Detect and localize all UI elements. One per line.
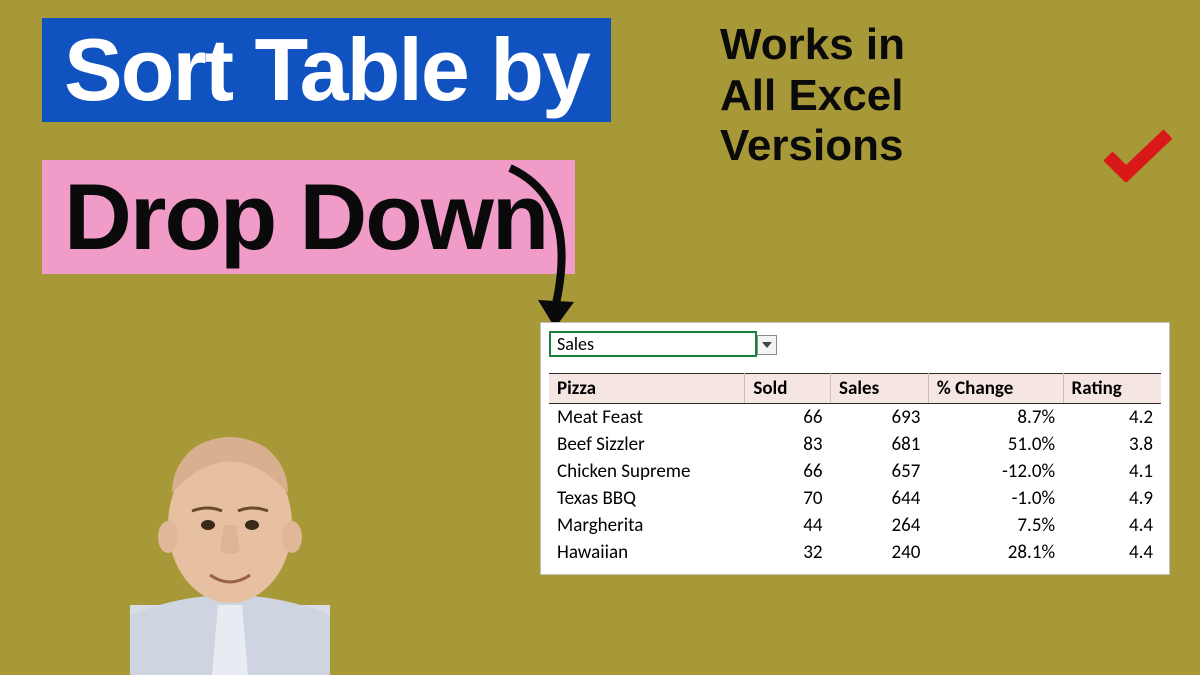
dropdown-button[interactable] bbox=[757, 335, 777, 355]
presenter-photo bbox=[100, 375, 360, 675]
cell-change: 51.0% bbox=[928, 431, 1063, 458]
pizza-table: Pizza Sold Sales % Change Rating Meat Fe… bbox=[549, 373, 1161, 566]
col-sold: Sold bbox=[745, 374, 831, 404]
chevron-down-icon bbox=[762, 342, 772, 348]
table-row: Texas BBQ 70 644 -1.0% 4.9 bbox=[549, 485, 1161, 512]
cell-sales: 240 bbox=[831, 539, 929, 566]
cell-sold: 44 bbox=[745, 512, 831, 539]
cell-change: -12.0% bbox=[928, 458, 1063, 485]
excel-panel: Sales Pizza Sold Sales % Change Rating M… bbox=[540, 322, 1170, 575]
cell-pizza: Beef Sizzler bbox=[549, 431, 745, 458]
tagline-line3: Versions bbox=[720, 121, 1140, 172]
cell-sold: 70 bbox=[745, 485, 831, 512]
table-header-row: Pizza Sold Sales % Change Rating bbox=[549, 374, 1161, 404]
cell-sold: 66 bbox=[745, 458, 831, 485]
cell-sales: 644 bbox=[831, 485, 929, 512]
cell-pizza: Texas BBQ bbox=[549, 485, 745, 512]
table-row: Hawaiian 32 240 28.1% 4.4 bbox=[549, 539, 1161, 566]
cell-rating: 3.8 bbox=[1063, 431, 1161, 458]
col-pizza: Pizza bbox=[549, 374, 745, 404]
cell-sold: 66 bbox=[745, 404, 831, 432]
cell-rating: 4.4 bbox=[1063, 512, 1161, 539]
col-rating: Rating bbox=[1063, 374, 1161, 404]
cell-rating: 4.1 bbox=[1063, 458, 1161, 485]
cell-sales: 657 bbox=[831, 458, 929, 485]
cell-change: -1.0% bbox=[928, 485, 1063, 512]
col-change: % Change bbox=[928, 374, 1063, 404]
cell-rating: 4.9 bbox=[1063, 485, 1161, 512]
table-row: Margherita 44 264 7.5% 4.4 bbox=[549, 512, 1161, 539]
check-icon bbox=[1104, 128, 1172, 182]
cell-sold: 32 bbox=[745, 539, 831, 566]
cell-rating: 4.4 bbox=[1063, 539, 1161, 566]
title-line-1: Sort Table by bbox=[42, 18, 611, 122]
dropdown-selected-value: Sales bbox=[557, 333, 594, 355]
tagline-text: Works in All Excel Versions bbox=[720, 20, 1140, 172]
cell-rating: 4.2 bbox=[1063, 404, 1161, 432]
cell-pizza: Chicken Supreme bbox=[549, 458, 745, 485]
sort-dropdown[interactable]: Sales bbox=[549, 331, 757, 357]
cell-sold: 83 bbox=[745, 431, 831, 458]
cell-pizza: Margherita bbox=[549, 512, 745, 539]
cell-change: 7.5% bbox=[928, 512, 1063, 539]
arrow-icon bbox=[490, 160, 610, 340]
cell-sales: 264 bbox=[831, 512, 929, 539]
col-sales: Sales bbox=[831, 374, 929, 404]
cell-sales: 693 bbox=[831, 404, 929, 432]
cell-sales: 681 bbox=[831, 431, 929, 458]
cell-change: 28.1% bbox=[928, 539, 1063, 566]
cell-pizza: Meat Feast bbox=[549, 404, 745, 432]
table-row: Meat Feast 66 693 8.7% 4.2 bbox=[549, 404, 1161, 432]
cell-pizza: Hawaiian bbox=[549, 539, 745, 566]
tagline-line1: Works in bbox=[720, 20, 1140, 71]
cell-change: 8.7% bbox=[928, 404, 1063, 432]
table-row: Beef Sizzler 83 681 51.0% 3.8 bbox=[549, 431, 1161, 458]
tagline-line2: All Excel bbox=[720, 71, 1140, 122]
table-row: Chicken Supreme 66 657 -12.0% 4.1 bbox=[549, 458, 1161, 485]
